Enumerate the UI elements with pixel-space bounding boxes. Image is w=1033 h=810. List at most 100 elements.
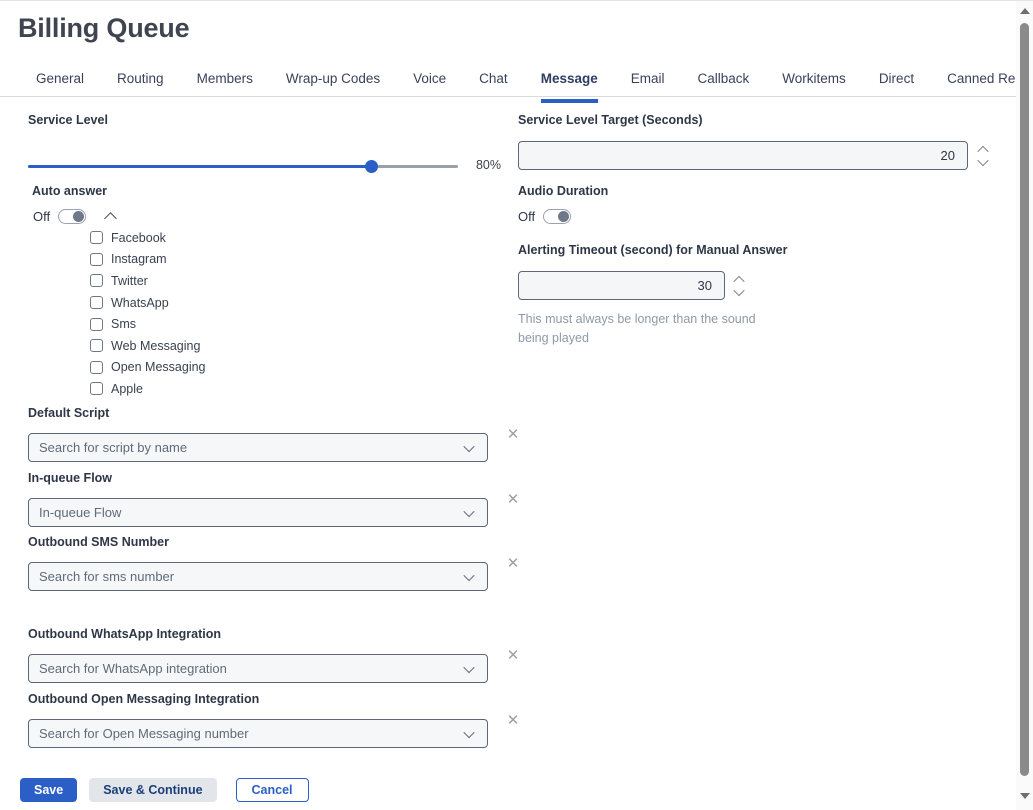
alerting-timeout-stepper[interactable] xyxy=(731,271,747,300)
audio-duration-toggle[interactable] xyxy=(543,209,571,224)
outbound-whatsapp-field: Outbound WhatsApp Integration Search for… xyxy=(28,627,548,683)
vertical-scrollbar[interactable] xyxy=(1016,1,1033,810)
tab-voice[interactable]: Voice xyxy=(413,71,446,103)
sms-checkbox[interactable] xyxy=(90,318,103,331)
select-value: Search for Open Messaging number xyxy=(29,726,465,741)
tab-routing[interactable]: Routing xyxy=(117,71,164,103)
instagram-checkbox[interactable] xyxy=(90,253,103,266)
scroll-down-icon[interactable] xyxy=(1020,793,1030,799)
web-messaging-checkbox[interactable] xyxy=(90,339,103,352)
page-title: Billing Queue xyxy=(18,13,189,44)
chevron-down-icon xyxy=(463,569,474,580)
tab-bar: General Routing Members Wrap-up Codes Vo… xyxy=(36,71,993,103)
select-value: In-queue Flow xyxy=(29,505,465,520)
service-level-field: Service Level 80% xyxy=(28,113,501,173)
outbound-whatsapp-select[interactable]: Search for WhatsApp integration xyxy=(28,654,488,683)
channel-checkbox-list: Facebook Instagram Twitter WhatsApp Sms … xyxy=(90,227,206,400)
service-level-value: 80% xyxy=(476,158,501,172)
scrollbar-thumb[interactable] xyxy=(1020,23,1029,776)
outbound-open-messaging-select[interactable]: Search for Open Messaging number xyxy=(28,719,488,748)
outbound-sms-label: Outbound SMS Number xyxy=(28,535,548,549)
outbound-sms-clear-button[interactable]: ✕ xyxy=(504,554,522,572)
tab-message[interactable]: Message xyxy=(541,71,598,103)
channel-item-whatsapp: WhatsApp xyxy=(90,292,206,314)
channel-label: Facebook xyxy=(111,231,166,245)
apple-checkbox[interactable] xyxy=(90,382,103,395)
tab-workitems[interactable]: Workitems xyxy=(782,71,846,103)
tab-callback[interactable]: Callback xyxy=(698,71,750,103)
service-level-target-stepper[interactable] xyxy=(975,141,991,170)
chevron-down-icon xyxy=(463,726,474,737)
channel-label: Apple xyxy=(111,382,143,396)
tab-chat[interactable]: Chat xyxy=(479,71,508,103)
auto-answer-state: Off xyxy=(33,209,50,224)
twitter-checkbox[interactable] xyxy=(90,274,103,287)
service-level-label: Service Level xyxy=(28,113,501,127)
tab-wrap-up-codes[interactable]: Wrap-up Codes xyxy=(286,71,380,103)
channel-item-sms: Sms xyxy=(90,313,206,335)
audio-duration-label: Audio Duration xyxy=(518,184,608,198)
channel-item-web-messaging: Web Messaging xyxy=(90,335,206,357)
alerting-timeout-label: Alerting Timeout (second) for Manual Ans… xyxy=(518,243,838,257)
default-script-field: Default Script Search for script by name… xyxy=(28,406,548,462)
chevron-down-icon xyxy=(463,505,474,516)
audio-duration-field: Audio Duration Off xyxy=(518,184,608,224)
scroll-up-icon[interactable] xyxy=(1020,8,1030,14)
outbound-open-messaging-label: Outbound Open Messaging Integration xyxy=(28,692,548,706)
stepper-down-icon[interactable] xyxy=(977,154,988,165)
select-value: Search for WhatsApp integration xyxy=(29,661,465,676)
slider-handle[interactable] xyxy=(365,160,378,173)
channel-item-apple: Apple xyxy=(90,378,206,400)
facebook-checkbox[interactable] xyxy=(90,231,103,244)
cancel-button[interactable]: Cancel xyxy=(236,778,309,802)
auto-answer-label: Auto answer xyxy=(32,184,206,198)
in-queue-flow-clear-button[interactable]: ✕ xyxy=(504,490,522,508)
select-value: Search for sms number xyxy=(29,569,465,584)
channel-label: Instagram xyxy=(111,252,167,266)
tab-bar-divider xyxy=(0,96,1016,97)
channel-item-twitter: Twitter xyxy=(90,270,206,292)
toggle-knob xyxy=(73,211,84,222)
stepper-down-icon[interactable] xyxy=(733,284,744,295)
service-level-target-field: Service Level Target (Seconds) xyxy=(518,113,968,170)
in-queue-flow-select[interactable]: In-queue Flow xyxy=(28,498,488,527)
outbound-whatsapp-label: Outbound WhatsApp Integration xyxy=(28,627,548,641)
auto-answer-field: Auto answer Off Facebook Instagram Twitt… xyxy=(28,184,206,400)
outbound-open-messaging-clear-button[interactable]: ✕ xyxy=(504,711,522,729)
tab-general[interactable]: General xyxy=(36,71,84,103)
outbound-sms-field: Outbound SMS Number Search for sms numbe… xyxy=(28,535,548,591)
save-button[interactable]: Save xyxy=(20,778,77,802)
default-script-select[interactable]: Search for script by name xyxy=(28,433,488,462)
collapse-caret-icon[interactable] xyxy=(104,212,117,225)
chevron-down-icon xyxy=(463,661,474,672)
outbound-open-messaging-field: Outbound Open Messaging Integration Sear… xyxy=(28,692,548,748)
open-messaging-checkbox[interactable] xyxy=(90,361,103,374)
service-level-target-label: Service Level Target (Seconds) xyxy=(518,113,968,127)
audio-duration-state: Off xyxy=(518,209,535,224)
channel-label: WhatsApp xyxy=(111,296,169,310)
default-script-clear-button[interactable]: ✕ xyxy=(504,425,522,443)
whatsapp-checkbox[interactable] xyxy=(90,296,103,309)
in-queue-flow-label: In-queue Flow xyxy=(28,471,548,485)
action-bar: Save Save & Continue Cancel xyxy=(20,778,309,802)
channel-label: Sms xyxy=(111,317,136,331)
outbound-whatsapp-clear-button[interactable]: ✕ xyxy=(504,646,522,664)
select-value: Search for script by name xyxy=(29,440,465,455)
tab-members[interactable]: Members xyxy=(197,71,253,103)
service-level-slider[interactable] xyxy=(28,165,458,168)
auto-answer-toggle[interactable] xyxy=(58,209,86,224)
channel-item-open-messaging: Open Messaging xyxy=(90,357,206,379)
service-level-target-input[interactable] xyxy=(518,141,968,170)
outbound-sms-select[interactable]: Search for sms number xyxy=(28,562,488,591)
channel-item-facebook: Facebook xyxy=(90,227,206,249)
channel-label: Open Messaging xyxy=(111,360,206,374)
alerting-timeout-input[interactable] xyxy=(518,271,725,300)
tab-direct[interactable]: Direct xyxy=(879,71,914,103)
save-continue-button[interactable]: Save & Continue xyxy=(89,778,216,802)
chevron-down-icon xyxy=(463,440,474,451)
in-queue-flow-field: In-queue Flow In-queue Flow ✕ xyxy=(28,471,548,527)
channel-label: Twitter xyxy=(111,274,148,288)
default-script-label: Default Script xyxy=(28,406,548,420)
alerting-timeout-helper: This must always be longer than the soun… xyxy=(518,310,763,348)
tab-email[interactable]: Email xyxy=(631,71,665,103)
